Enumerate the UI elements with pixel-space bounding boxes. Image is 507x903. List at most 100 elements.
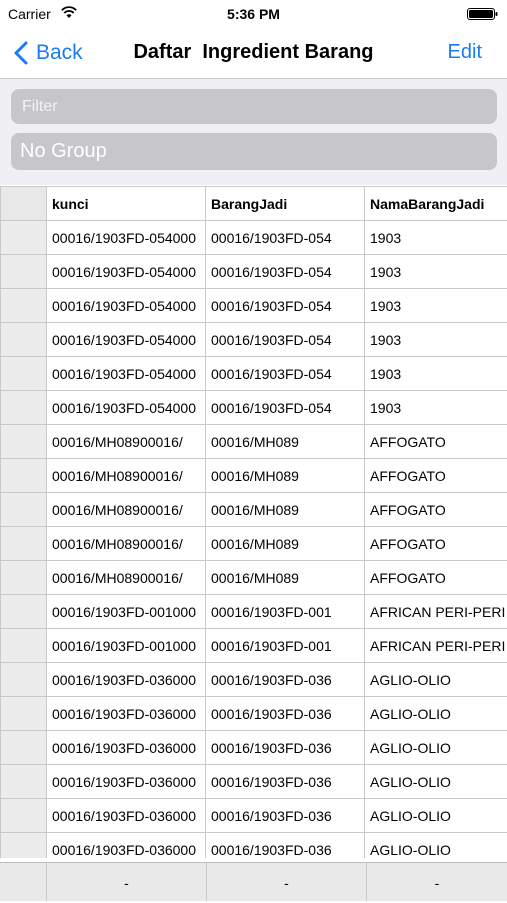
table-row[interactable]: 00016/1903FD-00100000016/1903FD-001AFRIC… [1,629,507,663]
cell-kunci[interactable]: 00016/1903FD-036000 [47,765,206,799]
data-grid[interactable]: kunci BarangJadi NamaBarangJadi 00016/19… [0,186,507,858]
cell-kunci[interactable]: 00016/1903FD-036000 [47,663,206,697]
cell-kunci[interactable]: 00016/1903FD-036000 [47,731,206,765]
edit-button[interactable]: Edit [448,41,482,64]
column-header-namabarangjadi[interactable]: NamaBarangJadi [365,187,507,221]
cell-kunci[interactable]: 00016/1903FD-054000 [47,221,206,255]
cell-namabarangjadi[interactable]: AFFOGATO [365,459,507,493]
filter-field[interactable] [11,89,497,124]
cell-barangjadi[interactable]: 00016/1903FD-001 [206,595,365,629]
cell-namabarangjadi[interactable]: AGLIO-OLIO [365,799,507,833]
cell-namabarangjadi[interactable]: AFFOGATO [365,493,507,527]
table-row[interactable]: 00016/1903FD-03600000016/1903FD-036AGLIO… [1,663,507,697]
table-row[interactable]: 00016/1903FD-05400000016/1903FD-0541903 [1,391,507,425]
row-header-cell[interactable] [1,697,47,731]
cell-namabarangjadi[interactable]: AFRICAN PERI-PERI [365,629,507,663]
cell-kunci[interactable]: 00016/1903FD-054000 [47,323,206,357]
cell-namabarangjadi[interactable]: AGLIO-OLIO [365,765,507,799]
row-header-cell[interactable] [1,289,47,323]
cell-barangjadi[interactable]: 00016/MH089 [206,561,365,595]
column-header-barangjadi[interactable]: BarangJadi [206,187,365,221]
table-row[interactable]: 00016/1903FD-05400000016/1903FD-0541903 [1,323,507,357]
cell-barangjadi[interactable]: 00016/1903FD-054 [206,391,365,425]
row-header-cell[interactable] [1,425,47,459]
table-row[interactable]: 00016/1903FD-03600000016/1903FD-036AGLIO… [1,697,507,731]
row-header-cell[interactable] [1,221,47,255]
cell-kunci[interactable]: 00016/1903FD-036000 [47,697,206,731]
cell-barangjadi[interactable]: 00016/1903FD-036 [206,731,365,765]
cell-namabarangjadi[interactable]: AGLIO-OLIO [365,731,507,765]
cell-namabarangjadi[interactable]: AGLIO-OLIO [365,697,507,731]
cell-kunci[interactable]: 00016/1903FD-036000 [47,799,206,833]
row-header-cell[interactable] [1,595,47,629]
cell-kunci[interactable]: 00016/1903FD-001000 [47,595,206,629]
cell-namabarangjadi[interactable]: 1903 [365,289,507,323]
cell-kunci[interactable]: 00016/1903FD-054000 [47,357,206,391]
cell-namabarangjadi[interactable]: AFFOGATO [365,425,507,459]
filter-input[interactable] [20,97,497,117]
cell-namabarangjadi[interactable]: 1903 [365,391,507,425]
table-row[interactable]: 00016/1903FD-05400000016/1903FD-0541903 [1,221,507,255]
cell-kunci[interactable]: 00016/MH08900016/ [47,561,206,595]
table-row[interactable]: 00016/MH08900016/00016/MH089AFFOGATO [1,527,507,561]
cell-barangjadi[interactable]: 00016/1903FD-054 [206,289,365,323]
cell-barangjadi[interactable]: 00016/1903FD-036 [206,765,365,799]
row-header-cell[interactable] [1,663,47,697]
row-header-cell[interactable] [1,561,47,595]
row-header-cell[interactable] [1,731,47,765]
row-header-cell[interactable] [1,323,47,357]
cell-namabarangjadi[interactable]: 1903 [365,221,507,255]
row-header-cell[interactable] [1,493,47,527]
cell-namabarangjadi[interactable]: AFFOGATO [365,561,507,595]
cell-barangjadi[interactable]: 00016/1903FD-036 [206,833,365,859]
table-row[interactable]: 00016/1903FD-00100000016/1903FD-001AFRIC… [1,595,507,629]
cell-barangjadi[interactable]: 00016/MH089 [206,527,365,561]
cell-namabarangjadi[interactable]: 1903 [365,357,507,391]
column-header-kunci[interactable]: kunci [47,187,206,221]
table-row[interactable]: 00016/1903FD-05400000016/1903FD-0541903 [1,255,507,289]
cell-barangjadi[interactable]: 00016/MH089 [206,493,365,527]
cell-barangjadi[interactable]: 00016/1903FD-036 [206,799,365,833]
cell-kunci[interactable]: 00016/MH08900016/ [47,459,206,493]
cell-barangjadi[interactable]: 00016/1903FD-054 [206,357,365,391]
cell-kunci[interactable]: 00016/1903FD-054000 [47,289,206,323]
row-header-cell[interactable] [1,527,47,561]
table-row[interactable]: 00016/1903FD-03600000016/1903FD-036AGLIO… [1,833,507,859]
cell-barangjadi[interactable]: 00016/1903FD-054 [206,221,365,255]
row-header-cell[interactable] [1,255,47,289]
table-row[interactable]: 00016/1903FD-03600000016/1903FD-036AGLIO… [1,765,507,799]
cell-barangjadi[interactable]: 00016/1903FD-001 [206,629,365,663]
cell-namabarangjadi[interactable]: 1903 [365,255,507,289]
table-row[interactable]: 00016/MH08900016/00016/MH089AFFOGATO [1,561,507,595]
cell-barangjadi[interactable]: 00016/1903FD-036 [206,663,365,697]
back-button[interactable]: Back [14,38,83,68]
cell-barangjadi[interactable]: 00016/1903FD-054 [206,255,365,289]
cell-kunci[interactable]: 00016/1903FD-054000 [47,391,206,425]
cell-kunci[interactable]: 00016/MH08900016/ [47,425,206,459]
row-header-cell[interactable] [1,459,47,493]
cell-kunci[interactable]: 00016/1903FD-036000 [47,833,206,859]
cell-namabarangjadi[interactable]: AFFOGATO [365,527,507,561]
table-row[interactable]: 00016/MH08900016/00016/MH089AFFOGATO [1,459,507,493]
row-header-cell[interactable] [1,833,47,859]
cell-barangjadi[interactable]: 00016/MH089 [206,459,365,493]
row-header-cell[interactable] [1,391,47,425]
table-row[interactable]: 00016/1903FD-03600000016/1903FD-036AGLIO… [1,731,507,765]
cell-namabarangjadi[interactable]: AGLIO-OLIO [365,833,507,859]
row-header-cell[interactable] [1,799,47,833]
cell-namabarangjadi[interactable]: AFRICAN PERI-PERI [365,595,507,629]
table-row[interactable]: 00016/1903FD-03600000016/1903FD-036AGLIO… [1,799,507,833]
cell-kunci[interactable]: 00016/1903FD-001000 [47,629,206,663]
cell-barangjadi[interactable]: 00016/1903FD-036 [206,697,365,731]
cell-barangjadi[interactable]: 00016/1903FD-054 [206,323,365,357]
table-row[interactable]: 00016/1903FD-05400000016/1903FD-0541903 [1,289,507,323]
row-header-cell[interactable] [1,765,47,799]
table-row[interactable]: 00016/MH08900016/00016/MH089AFFOGATO [1,493,507,527]
row-header-cell[interactable] [1,357,47,391]
cell-kunci[interactable]: 00016/1903FD-054000 [47,255,206,289]
row-header-cell[interactable] [1,629,47,663]
cell-namabarangjadi[interactable]: 1903 [365,323,507,357]
cell-namabarangjadi[interactable]: AGLIO-OLIO [365,663,507,697]
cell-barangjadi[interactable]: 00016/MH089 [206,425,365,459]
cell-kunci[interactable]: 00016/MH08900016/ [47,493,206,527]
